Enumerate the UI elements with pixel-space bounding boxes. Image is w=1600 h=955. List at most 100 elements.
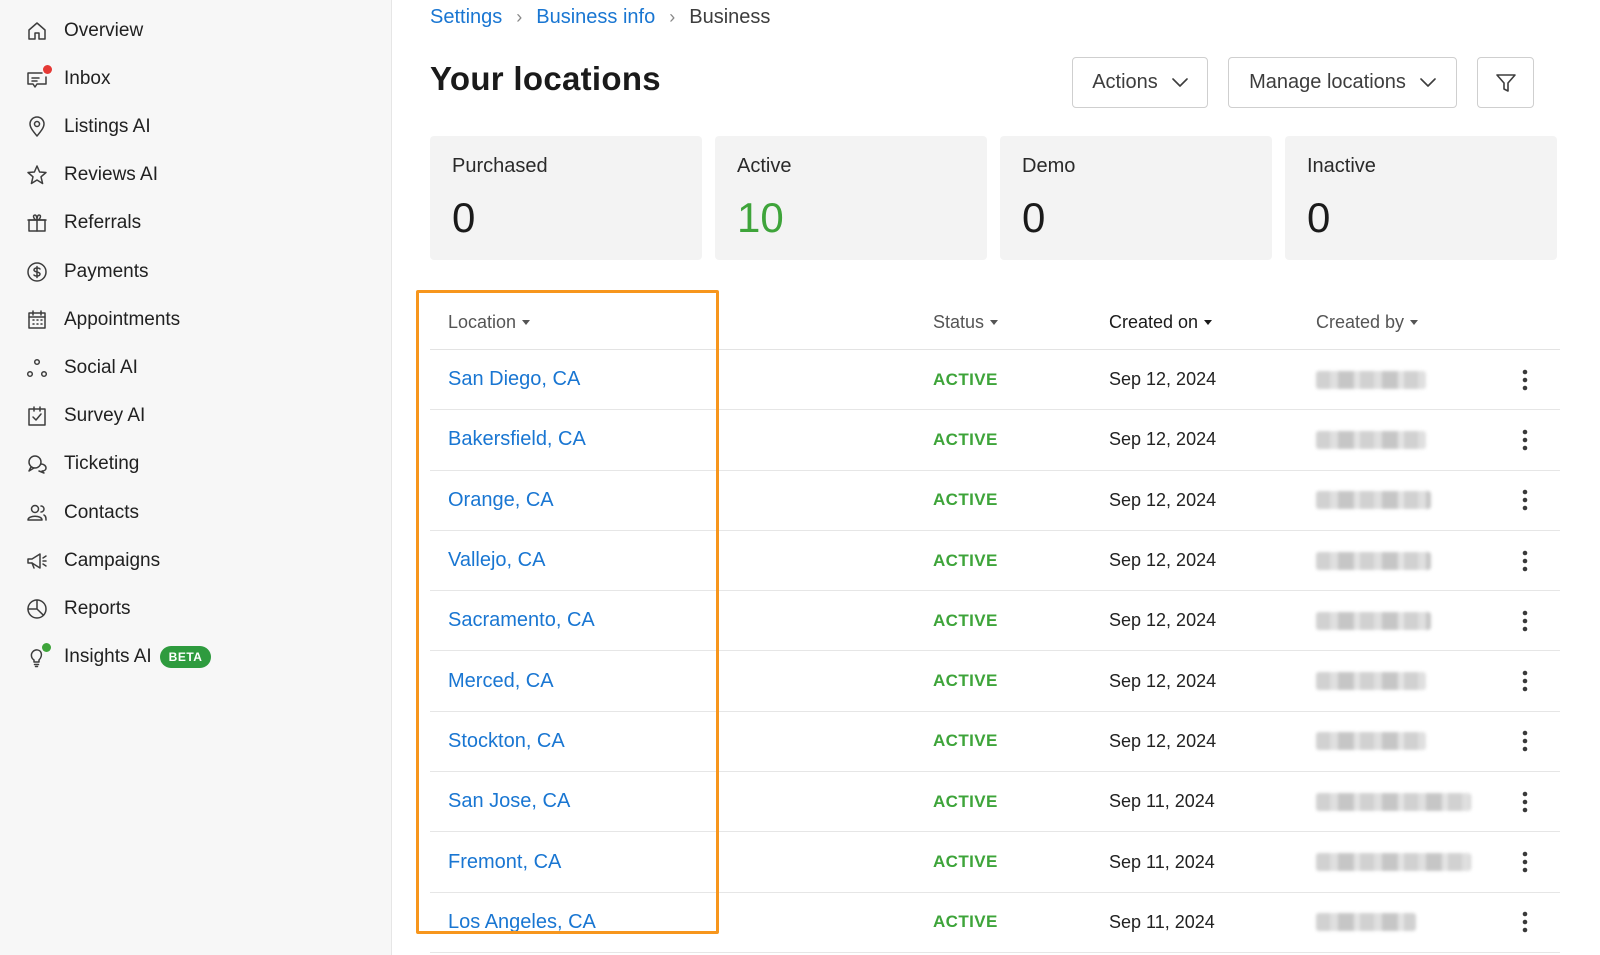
- filter-button[interactable]: [1477, 57, 1534, 108]
- status-label: ACTIVE: [933, 852, 998, 872]
- column-header-created-on[interactable]: Created on: [1109, 312, 1213, 333]
- share-nodes-icon: [24, 355, 50, 381]
- sidebar-item-overview[interactable]: Overview: [24, 11, 143, 51]
- chevron-down-icon: [1420, 77, 1436, 87]
- sidebar-item-label: Appointments: [64, 309, 181, 330]
- column-label: Created by: [1316, 312, 1405, 332]
- created-on-cell: Sep 12, 2024: [1109, 489, 1217, 510]
- status-label: ACTIVE: [933, 610, 998, 630]
- status-label: ACTIVE: [933, 671, 998, 691]
- breadcrumb-settings[interactable]: Settings: [430, 6, 502, 29]
- sort-caret-icon: [522, 320, 531, 325]
- sidebar-item-social-ai[interactable]: Social AI: [24, 348, 138, 388]
- location-link[interactable]: Orange, CA: [448, 471, 554, 530]
- actions-button[interactable]: Actions: [1072, 57, 1208, 108]
- table-row: Stockton, CA ACTIVE Sep 12, 2024: [430, 712, 1560, 773]
- column-header-created-by[interactable]: Created by: [1316, 312, 1419, 333]
- sidebar-item-label: Insights AI: [64, 646, 152, 667]
- table-row: Merced, CA ACTIVE Sep 12, 2024: [430, 651, 1560, 712]
- sidebar-item-label: Overview: [64, 20, 144, 41]
- sidebar-item-label: Contacts: [64, 502, 139, 523]
- sidebar-item-reports[interactable]: Reports: [24, 589, 131, 629]
- status-label: ACTIVE: [933, 369, 998, 389]
- redacted-name: [1316, 672, 1426, 691]
- location-link[interactable]: Vallejo, CA: [448, 531, 545, 590]
- row-menu-button[interactable]: [1510, 712, 1540, 771]
- redacted-name: [1316, 430, 1426, 449]
- sidebar-item-label: Inbox: [64, 68, 111, 89]
- chevron-right-icon: ›: [669, 7, 676, 27]
- insights-dot: [42, 643, 51, 652]
- created-on-cell: Sep 12, 2024: [1109, 550, 1217, 571]
- location-link[interactable]: Stockton, CA: [448, 712, 565, 771]
- people-icon: [24, 500, 50, 526]
- sidebar-item-reviews-ai[interactable]: Reviews AI: [24, 155, 158, 195]
- location-link[interactable]: Sacramento, CA: [448, 591, 595, 650]
- more-vertical-icon: [1522, 429, 1528, 451]
- sidebar-item-survey-ai[interactable]: Survey AI: [24, 396, 145, 436]
- breadcrumb-business-info[interactable]: Business info: [536, 6, 655, 29]
- location-link[interactable]: Fremont, CA: [448, 832, 561, 891]
- created-by-cell: [1316, 832, 1471, 891]
- row-menu-button[interactable]: [1510, 772, 1540, 831]
- manage-locations-button[interactable]: Manage locations: [1228, 57, 1457, 108]
- sort-caret-icon: [1410, 320, 1419, 325]
- home-icon: [24, 18, 50, 44]
- location-link[interactable]: San Diego, CA: [448, 350, 580, 409]
- table-row: Bakersfield, CA ACTIVE Sep 12, 2024: [430, 410, 1560, 471]
- row-menu-button[interactable]: [1510, 531, 1540, 590]
- sidebar-item-listings-ai[interactable]: Listings AI: [24, 107, 151, 147]
- row-menu-button[interactable]: [1510, 591, 1540, 650]
- stat-value: 0: [1307, 194, 1331, 241]
- created-by-cell: [1316, 471, 1431, 530]
- stat-card-active: Active 10: [715, 136, 987, 260]
- row-menu-button[interactable]: [1510, 651, 1540, 710]
- created-by-cell: [1316, 712, 1426, 771]
- column-header-location[interactable]: Location: [448, 312, 531, 333]
- row-menu-button[interactable]: [1510, 410, 1540, 469]
- row-menu-button[interactable]: [1510, 893, 1540, 952]
- sidebar-item-inbox[interactable]: Inbox: [24, 59, 110, 99]
- sidebar-item-insights-ai[interactable]: Insights AI BETA: [24, 637, 212, 677]
- sidebar-item-contacts[interactable]: Contacts: [24, 493, 139, 533]
- sidebar-item-label: Social AI: [64, 357, 138, 378]
- stat-card-purchased: Purchased 0: [430, 136, 702, 260]
- redacted-name: [1316, 853, 1471, 872]
- column-header-status[interactable]: Status: [933, 312, 999, 333]
- sidebar-item-referrals[interactable]: Referrals: [24, 203, 141, 243]
- more-vertical-icon: [1522, 670, 1528, 692]
- unread-dot: [43, 65, 52, 74]
- pie-chart-icon: [24, 596, 50, 622]
- location-pin-icon: [24, 114, 50, 140]
- sidebar-item-payments[interactable]: Payments: [24, 252, 148, 292]
- stat-label: Demo: [1022, 155, 1076, 177]
- sidebar-item-ticketing[interactable]: Ticketing: [24, 444, 139, 484]
- created-on-cell: Sep 11, 2024: [1109, 791, 1215, 812]
- row-menu-button[interactable]: [1510, 471, 1540, 530]
- stat-value: 0: [1022, 194, 1046, 241]
- created-on-cell: Sep 12, 2024: [1109, 670, 1217, 691]
- lightbulb-icon: [24, 643, 51, 670]
- stat-card-demo: Demo 0: [1000, 136, 1272, 260]
- calendar-icon: [24, 307, 50, 333]
- location-link[interactable]: Bakersfield, CA: [448, 410, 586, 469]
- created-on-cell: Sep 11, 2024: [1109, 851, 1215, 872]
- more-vertical-icon: [1522, 851, 1528, 873]
- location-link[interactable]: San Jose, CA: [448, 772, 570, 831]
- sidebar-item-appointments[interactable]: Appointments: [24, 300, 180, 340]
- megaphone-icon: [24, 548, 50, 574]
- column-label: Status: [933, 312, 985, 332]
- manage-locations-label: Manage locations: [1249, 71, 1406, 93]
- location-link[interactable]: Los Angeles, CA: [448, 893, 596, 952]
- sidebar-item-campaigns[interactable]: Campaigns: [24, 541, 160, 581]
- dollar-circle-icon: [24, 259, 50, 285]
- column-label: Created on: [1109, 312, 1199, 332]
- row-menu-button[interactable]: [1510, 832, 1540, 891]
- sidebar-item-label: Ticketing: [64, 453, 140, 474]
- location-link[interactable]: Merced, CA: [448, 651, 554, 710]
- created-by-cell: [1316, 350, 1426, 409]
- redacted-name: [1316, 792, 1471, 811]
- row-menu-button[interactable]: [1510, 350, 1540, 409]
- sidebar-item-label: Campaigns: [64, 550, 161, 571]
- redacted-name: [1316, 491, 1431, 510]
